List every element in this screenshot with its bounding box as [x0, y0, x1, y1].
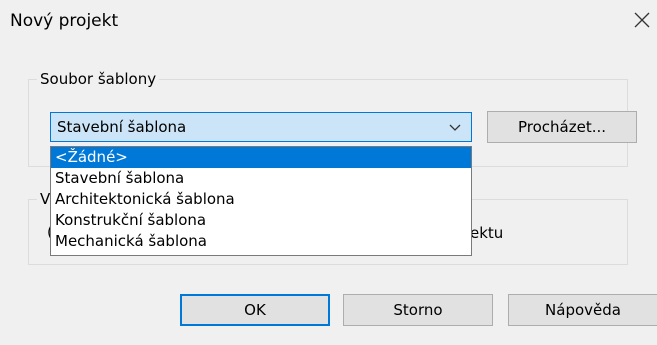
radio-project-label[interactable]: ektu: [470, 224, 503, 242]
ok-button[interactable]: OK: [180, 294, 330, 326]
browse-button[interactable]: Procházet...: [487, 111, 637, 143]
help-button[interactable]: Nápověda: [508, 294, 657, 326]
dropdown-item-structural[interactable]: Konstrukční šablona: [51, 210, 471, 231]
close-icon[interactable]: [632, 10, 652, 30]
dropdown-item-mechanical[interactable]: Mechanická šablona: [51, 231, 471, 252]
dialog-title: Nový projekt: [10, 11, 119, 31]
chevron-down-icon: [449, 124, 461, 131]
dropdown-item-building[interactable]: Stavební šablona: [51, 168, 471, 189]
template-file-legend: Soubor šablony: [37, 69, 160, 89]
template-dropdown-list: <Žádné> Stavební šablona Architektonická…: [50, 146, 472, 256]
dropdown-item-none[interactable]: <Žádné>: [51, 147, 471, 168]
dropdown-item-architectural[interactable]: Architektonická šablona: [51, 189, 471, 210]
cancel-button[interactable]: Storno: [343, 294, 493, 326]
template-combobox[interactable]: Stavební šablona: [50, 112, 472, 142]
template-combobox-value: Stavební šablona: [57, 118, 187, 136]
